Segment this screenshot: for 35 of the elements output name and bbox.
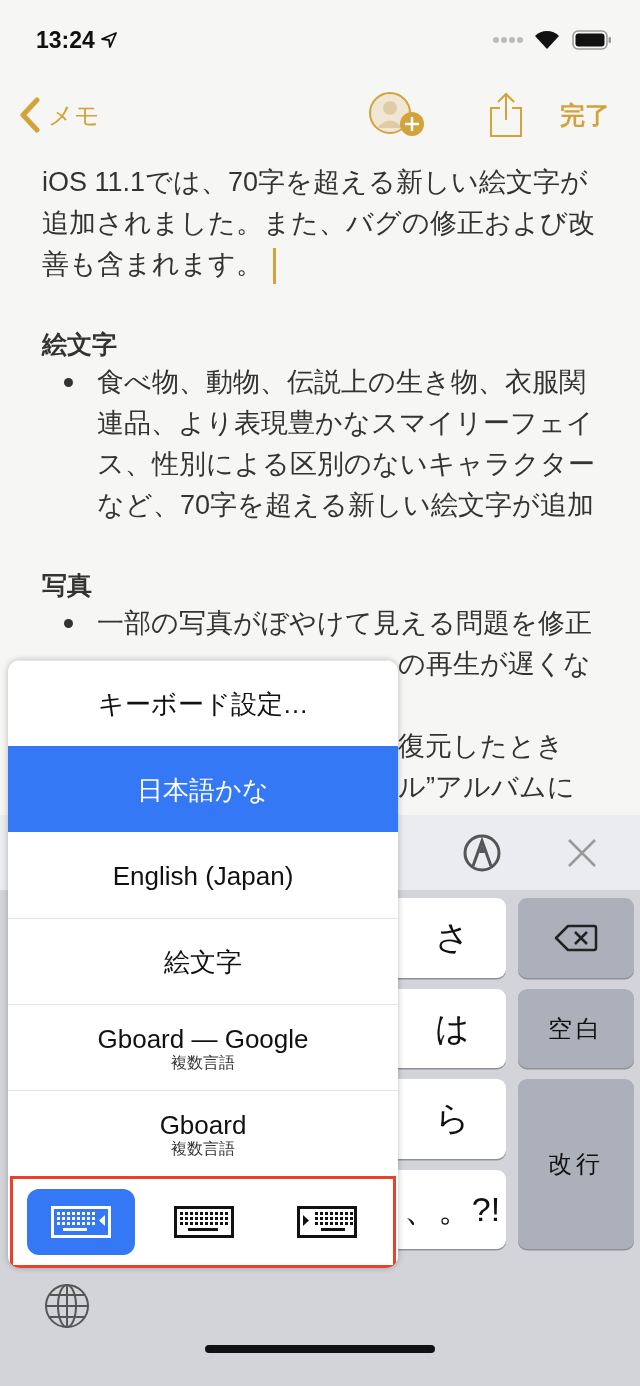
location-arrow-icon — [100, 32, 117, 48]
wifi-icon — [534, 30, 560, 50]
kana-key[interactable]: ら — [398, 1079, 506, 1159]
bullet-text: 復元したとき — [398, 731, 564, 761]
kana-key[interactable]: 、。?! — [398, 1170, 506, 1249]
delete-icon — [554, 924, 598, 952]
clock-time: 13:24 — [36, 26, 95, 54]
keyboard-menu-item[interactable]: Gboard — Google 複数言語 — [8, 1004, 398, 1090]
keyboard-menu-item[interactable]: Gboard 複数言語 — [8, 1090, 398, 1176]
keyboard-menu-item[interactable]: English (Japan) — [8, 832, 398, 918]
space-key[interactable]: 空白 — [518, 989, 634, 1068]
keyboard-icon — [51, 1206, 111, 1238]
chevron-left-icon — [18, 97, 42, 133]
bullet-text: ル”アルバムに — [398, 772, 575, 802]
note-paragraph: iOS 11.1では、70字を超える新しい絵文字が追加されました。また、バグの修正および改善も含まれます。 — [42, 162, 608, 285]
keyboard-icon — [297, 1206, 357, 1238]
keyboard-icon — [174, 1206, 234, 1238]
bullet-text: 食べ物、動物、伝説上の生き物、衣服関連品、より表現豊かなスマイリーフェイス、性別による区別のないキャラクターなど、70字を超える新しい絵文字が追加 — [97, 366, 596, 522]
bullet-text: 一部の写真がぼやけて見える問題を修正 — [97, 607, 593, 640]
handwriting-icon[interactable] — [462, 832, 502, 873]
section-heading: 絵文字 — [42, 329, 118, 360]
bullet-text: の再生が遅くな — [398, 649, 591, 679]
keyboard-menu-item[interactable]: 絵文字 — [8, 918, 398, 1004]
delete-key[interactable] — [518, 898, 634, 978]
signal-dots-icon — [492, 36, 524, 44]
battery-icon — [572, 30, 612, 50]
bullet-icon — [64, 619, 73, 628]
text-cursor — [273, 247, 276, 284]
keyboard-menu-item[interactable]: 日本語かな — [8, 746, 398, 832]
section-heading: 写真 — [42, 570, 93, 601]
bullet-icon — [64, 378, 73, 387]
globe-icon[interactable] — [44, 1283, 90, 1329]
kana-key[interactable]: さ — [398, 898, 506, 978]
kana-key[interactable]: は — [398, 989, 506, 1068]
return-key[interactable]: 改行 — [518, 1079, 634, 1249]
